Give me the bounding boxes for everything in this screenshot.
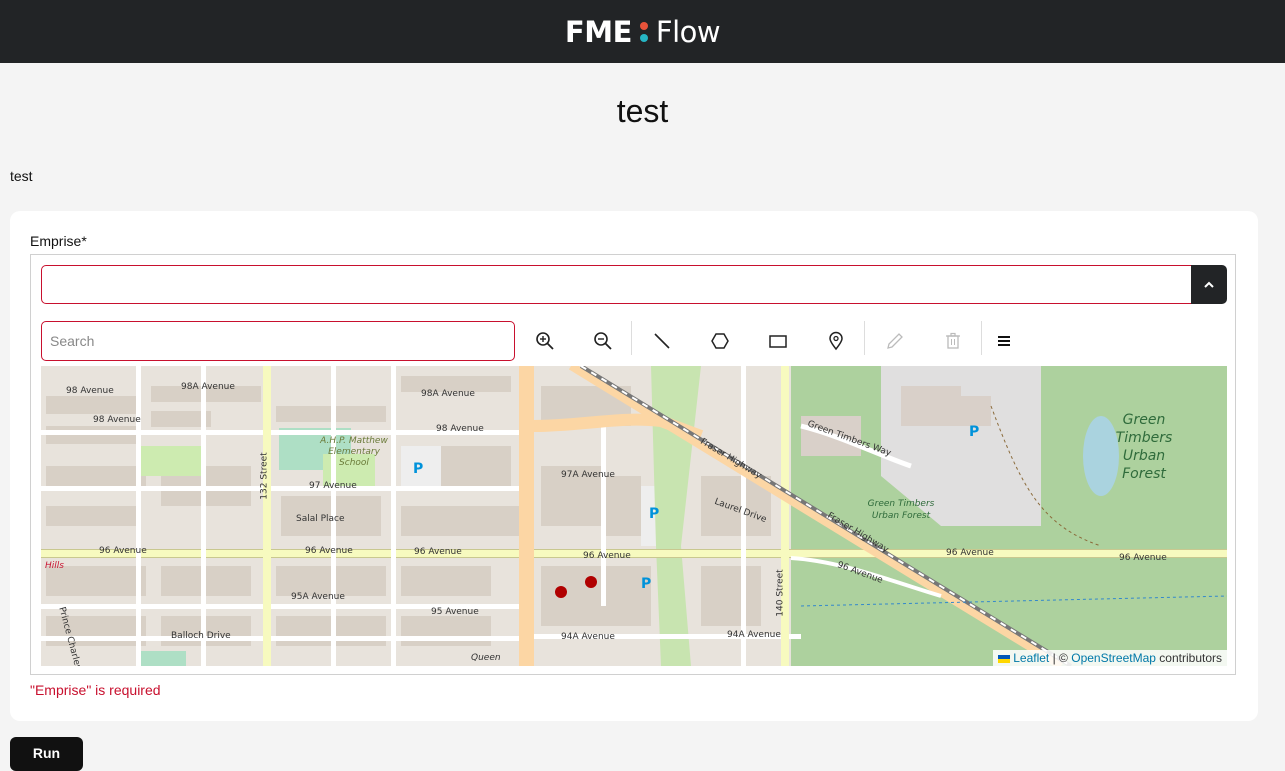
leaflet-link[interactable]: Leaflet	[1013, 651, 1049, 665]
hamburger-menu-icon	[998, 336, 1010, 346]
emprise-label: Emprise*	[30, 233, 87, 249]
draw-line-icon	[654, 333, 670, 349]
geometry-field: 98A Avenue 98 Avenue 98A Avenue 98 Avenu…	[30, 254, 1236, 675]
draw-point-button[interactable]	[822, 327, 850, 355]
map-viewport[interactable]: 98A Avenue 98 Avenue 98A Avenue 98 Avenu…	[41, 366, 1227, 666]
map-label: 97 Avenue	[309, 481, 357, 491]
chevron-up-icon	[1204, 281, 1214, 288]
map-label: Hills	[45, 561, 64, 571]
parameter-card: Emprise* Search 98A Avenue 98 Avenue 98A…	[10, 211, 1258, 721]
logo-dots	[639, 21, 648, 42]
collapse-toggle-button[interactable]	[1191, 265, 1227, 304]
draw-line-button[interactable]	[648, 327, 676, 355]
map-label: 95 Avenue	[431, 607, 479, 617]
geometry-value-input[interactable]	[41, 265, 1192, 304]
openstreetmap-link[interactable]: OpenStreetMap	[1071, 651, 1156, 665]
map-label: 98 Avenue	[66, 386, 114, 396]
ukraine-flag-icon	[997, 654, 1010, 663]
draw-rectangle-button[interactable]	[764, 327, 792, 355]
map-label: 96 Avenue	[1119, 553, 1167, 563]
map-label: 96 Avenue	[414, 547, 462, 557]
zoom-out-button[interactable]	[589, 327, 617, 355]
map-label: Green Timbers Urban Forest	[867, 499, 935, 521]
map-label: 95A Avenue	[291, 592, 345, 602]
map-attribution: Leaflet | © OpenStreetMap contributors	[992, 650, 1227, 666]
pencil-icon	[887, 333, 903, 349]
map-label: 94A Avenue	[727, 630, 781, 640]
map-label: Laurel Drive	[712, 496, 768, 526]
map-label: 98 Avenue	[436, 424, 484, 434]
map-label: Fraser Highway	[698, 436, 764, 482]
draw-polygon-icon	[711, 333, 729, 349]
toolbar-separator	[864, 321, 865, 355]
map-label: 98A Avenue	[181, 382, 235, 392]
edit-button[interactable]	[881, 327, 909, 355]
map-label: 98A Avenue	[421, 389, 475, 399]
toolbar-separator	[981, 321, 982, 355]
trash-icon	[946, 332, 960, 349]
validation-error: "Emprise" is required	[30, 682, 161, 698]
delete-button[interactable]	[939, 327, 967, 355]
attribution-separator: | ©	[1052, 651, 1068, 665]
run-button[interactable]: Run	[10, 737, 83, 771]
fme-flow-logo[interactable]: FME Flow	[564, 14, 721, 49]
map-label: 94A Avenue	[561, 632, 615, 642]
zoom-out-icon	[594, 332, 612, 350]
map-label: 98 Avenue	[93, 415, 141, 425]
map-label: 96 Avenue	[946, 548, 994, 558]
parking-icon: P	[641, 576, 652, 592]
map-label: Green Timbers Urban Forest	[1115, 412, 1173, 482]
map-pin-icon	[829, 331, 843, 351]
page-title: test	[616, 93, 669, 129]
map-label: 140 Street	[775, 569, 786, 617]
map-label: Green Timbers Way	[805, 419, 893, 459]
map-search-input[interactable]	[41, 321, 515, 361]
logo-fme-text: FME	[564, 14, 632, 49]
map-label: 96 Avenue	[835, 560, 885, 586]
map-label: Prince Charles Boulevard	[56, 606, 96, 666]
top-bar: FME Flow	[0, 0, 1285, 63]
page-description: test	[10, 168, 33, 184]
parking-icon: P	[969, 424, 980, 440]
zoom-in-icon	[536, 332, 554, 350]
map-label: 96 Avenue	[305, 546, 353, 556]
menu-button[interactable]	[991, 327, 1019, 355]
map-label: Balloch Drive	[171, 631, 231, 641]
toolbar-separator	[631, 321, 632, 355]
parking-icon: P	[649, 506, 660, 522]
map-label: 96 Avenue	[583, 551, 631, 561]
draw-rectangle-icon	[769, 335, 787, 348]
map-label: A.H.P. Matthew Elementary School	[320, 436, 388, 468]
logo-flow-text: Flow	[655, 14, 721, 49]
draw-polygon-button[interactable]	[706, 327, 734, 355]
map-label: 97A Avenue	[561, 470, 615, 480]
map-label: Queen	[471, 653, 501, 663]
map-label: Salal Place	[296, 514, 345, 524]
map-labels: 98A Avenue 98 Avenue 98A Avenue 98 Avenu…	[41, 366, 1227, 666]
parking-icon: P	[413, 461, 424, 477]
map-label: 132 Street	[259, 452, 270, 500]
map-label: 96 Avenue	[99, 546, 147, 556]
attribution-suffix: contributors	[1159, 651, 1222, 665]
zoom-in-button[interactable]	[531, 327, 559, 355]
